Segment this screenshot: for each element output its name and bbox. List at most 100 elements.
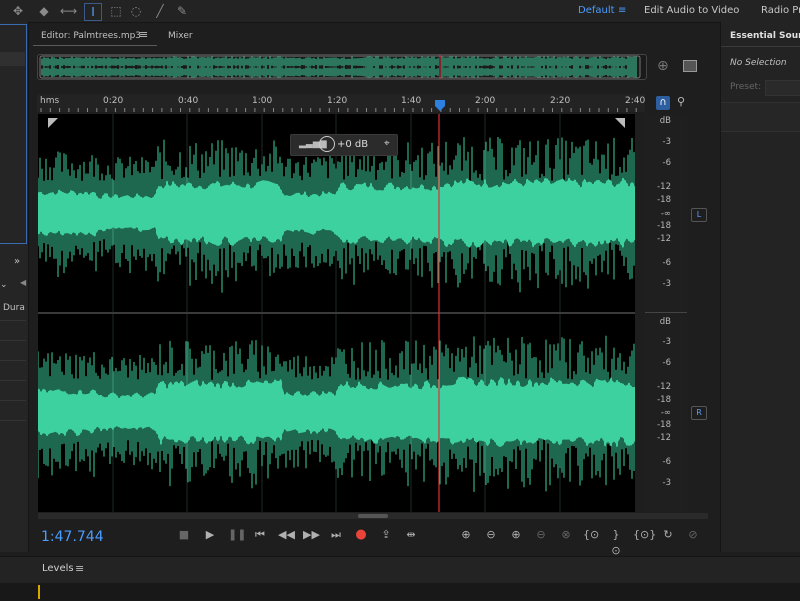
db-label: -12 xyxy=(657,382,671,392)
db-label: -3 xyxy=(662,478,671,488)
row-divider xyxy=(0,340,26,341)
workspace-default[interactable]: Default xyxy=(578,5,615,16)
db-label: -18 xyxy=(657,420,671,430)
pause-icon[interactable]: ❚❚ xyxy=(228,527,246,543)
rewind-icon[interactable]: ◀◀ xyxy=(278,527,295,543)
zoom-navigator-icon[interactable]: ⊕ xyxy=(657,58,669,74)
record-icon[interactable]: ● xyxy=(353,527,369,543)
waveform-svg xyxy=(38,114,635,512)
zoom-out-full-icon[interactable]: ⊗ xyxy=(558,527,574,543)
zoom-selected-tracks-icon[interactable]: ⊘ xyxy=(685,527,701,543)
db-label: -6 xyxy=(662,358,671,368)
db-divider xyxy=(645,312,687,313)
marquee-tool-icon[interactable]: ⬚ xyxy=(108,3,124,19)
spectral-display-icon[interactable] xyxy=(683,60,697,72)
zoom-in-right-icon[interactable]: }⊙ xyxy=(608,527,624,557)
workspace-menu-icon[interactable]: ≡ xyxy=(618,5,626,16)
zoom-reset-icon[interactable]: ↻ xyxy=(660,527,676,543)
move-tool-icon[interactable]: ✥ xyxy=(10,3,26,19)
tab-editor[interactable]: Editor: Palmtrees.mp3 xyxy=(41,31,141,41)
levels-title: Levels xyxy=(42,563,74,574)
db-label: -12 xyxy=(657,234,671,244)
lasso-tool-icon[interactable]: ◌ xyxy=(128,3,144,19)
tab-menu-icon[interactable]: ≡ xyxy=(139,28,148,41)
db-label: -12 xyxy=(657,433,671,443)
time-selection-tool-icon[interactable]: I xyxy=(84,3,102,21)
panel-divider xyxy=(721,46,800,47)
db-scale: dB -3 -6 -12 -18 -∞ -18 -12 -6 -3 L dB -… xyxy=(645,114,707,512)
loop-playback-icon[interactable]: ⇪ xyxy=(378,527,394,543)
workspace-edit-audio-to-video[interactable]: Edit Audio to Video xyxy=(644,5,739,16)
waveform-display[interactable] xyxy=(38,114,635,512)
hud-pin-icon[interactable]: ⌖ xyxy=(384,138,390,149)
right-channel-badge[interactable]: R xyxy=(691,406,707,420)
db-label: -∞ xyxy=(660,408,671,418)
time-ruler[interactable]: hms 0:20 0:40 1:00 1:20 1:40 2:00 2:20 2… xyxy=(37,94,645,112)
scrollbar-thumb[interactable] xyxy=(358,514,388,518)
zoom-in-left-icon[interactable]: {⊙ xyxy=(583,527,599,543)
stop-icon[interactable]: ■ xyxy=(176,527,192,543)
go-to-end-icon[interactable]: ⏭ xyxy=(328,527,344,543)
db-label: -6 xyxy=(662,158,671,168)
slip-tool-icon[interactable]: ⟷ xyxy=(60,3,77,19)
fade-out-handle-icon xyxy=(615,118,625,128)
db-label: -∞ xyxy=(660,209,671,219)
fade-in-handle-icon xyxy=(48,118,58,128)
skip-selection-icon[interactable]: ⇹ xyxy=(403,527,419,543)
db-label: dB xyxy=(659,317,671,327)
top-toolbar: ✥ ◆ ⟷ I ⬚ ◌ ╱ ✎ Default ≡ Edit Audio to … xyxy=(0,0,800,23)
db-label: -3 xyxy=(662,337,671,347)
zoom-to-selection-icon[interactable]: {⊙} xyxy=(633,527,656,543)
horizontal-scrollbar[interactable] xyxy=(38,513,708,519)
db-label: dB xyxy=(659,116,671,126)
panel-field[interactable] xyxy=(0,52,25,66)
spot-healing-tool-icon[interactable]: ✎ xyxy=(174,3,190,19)
db-label: -18 xyxy=(657,221,671,231)
snapping-magnet-icon[interactable]: ∩ xyxy=(656,96,670,110)
db-label: -18 xyxy=(657,395,671,405)
dropdown-chevron-icon[interactable]: ⌄ xyxy=(0,280,8,290)
play-icon[interactable]: ▶ xyxy=(202,527,218,543)
tab-mixer[interactable]: Mixer xyxy=(168,31,193,41)
volume-knob-icon[interactable] xyxy=(319,136,335,152)
left-panel: » ⌄ ◀ Dura xyxy=(0,22,29,552)
go-to-start-icon[interactable]: ⏮ xyxy=(252,527,268,543)
db-label: -12 xyxy=(657,182,671,192)
expand-panel-icon[interactable]: » xyxy=(14,256,20,267)
selection-status: No Selection xyxy=(730,58,787,68)
left-channel-badge[interactable]: L xyxy=(691,208,707,222)
level-meter xyxy=(0,583,800,601)
zoom-in-amplitude-icon[interactable]: ⊕ xyxy=(458,527,474,543)
overview-wave-svg xyxy=(39,55,641,79)
volume-value[interactable]: +0 dB xyxy=(337,139,368,150)
overview-waveform[interactable] xyxy=(37,54,647,80)
panel-section xyxy=(721,102,800,132)
row-divider xyxy=(0,400,26,401)
levels-panel: Levels ≡ xyxy=(0,556,800,601)
db-label: -6 xyxy=(662,457,671,467)
levels-menu-icon[interactable]: ≡ xyxy=(75,562,84,575)
db-label: -3 xyxy=(662,137,671,147)
preset-label: Preset: xyxy=(730,82,762,92)
db-label: -18 xyxy=(657,195,671,205)
row-divider xyxy=(0,420,26,421)
zoom-in-time-icon[interactable]: ⊕ xyxy=(508,527,524,543)
playhead-marker xyxy=(435,100,445,111)
razor-tool-icon[interactable]: ◆ xyxy=(36,3,52,19)
zoom-out-time-icon[interactable]: ⊖ xyxy=(533,527,549,543)
essential-sound-panel: Essential Sound No Selection Preset: xyxy=(720,22,800,552)
brush-tool-icon[interactable]: ╱ xyxy=(152,3,168,19)
collapse-arrow-icon[interactable]: ◀ xyxy=(20,278,26,287)
ruler-ticks-svg xyxy=(40,100,637,112)
volume-hud[interactable]: ▂▃▅▆ +0 dB ⌖ xyxy=(290,134,398,156)
db-label: -6 xyxy=(662,258,671,268)
duration-column-header[interactable]: Dura xyxy=(3,303,25,313)
fast-forward-icon[interactable]: ▶▶ xyxy=(303,527,320,543)
workspace-radio-production[interactable]: Radio Pro xyxy=(761,5,800,16)
panel-title: Essential Sound xyxy=(730,31,800,41)
preset-dropdown[interactable] xyxy=(765,80,800,96)
transport-bar: ■ ▶ ❚❚ ⏮ ◀◀ ▶▶ ⏭ ● ⇪ ⇹ ⊕ ⊖ ⊕ ⊖ ⊗ {⊙ }⊙ {… xyxy=(33,520,713,557)
zoom-out-amplitude-icon[interactable]: ⊖ xyxy=(483,527,499,543)
level-meter-indicator xyxy=(38,585,40,599)
pin-icon[interactable]: ⚲ xyxy=(677,95,685,108)
